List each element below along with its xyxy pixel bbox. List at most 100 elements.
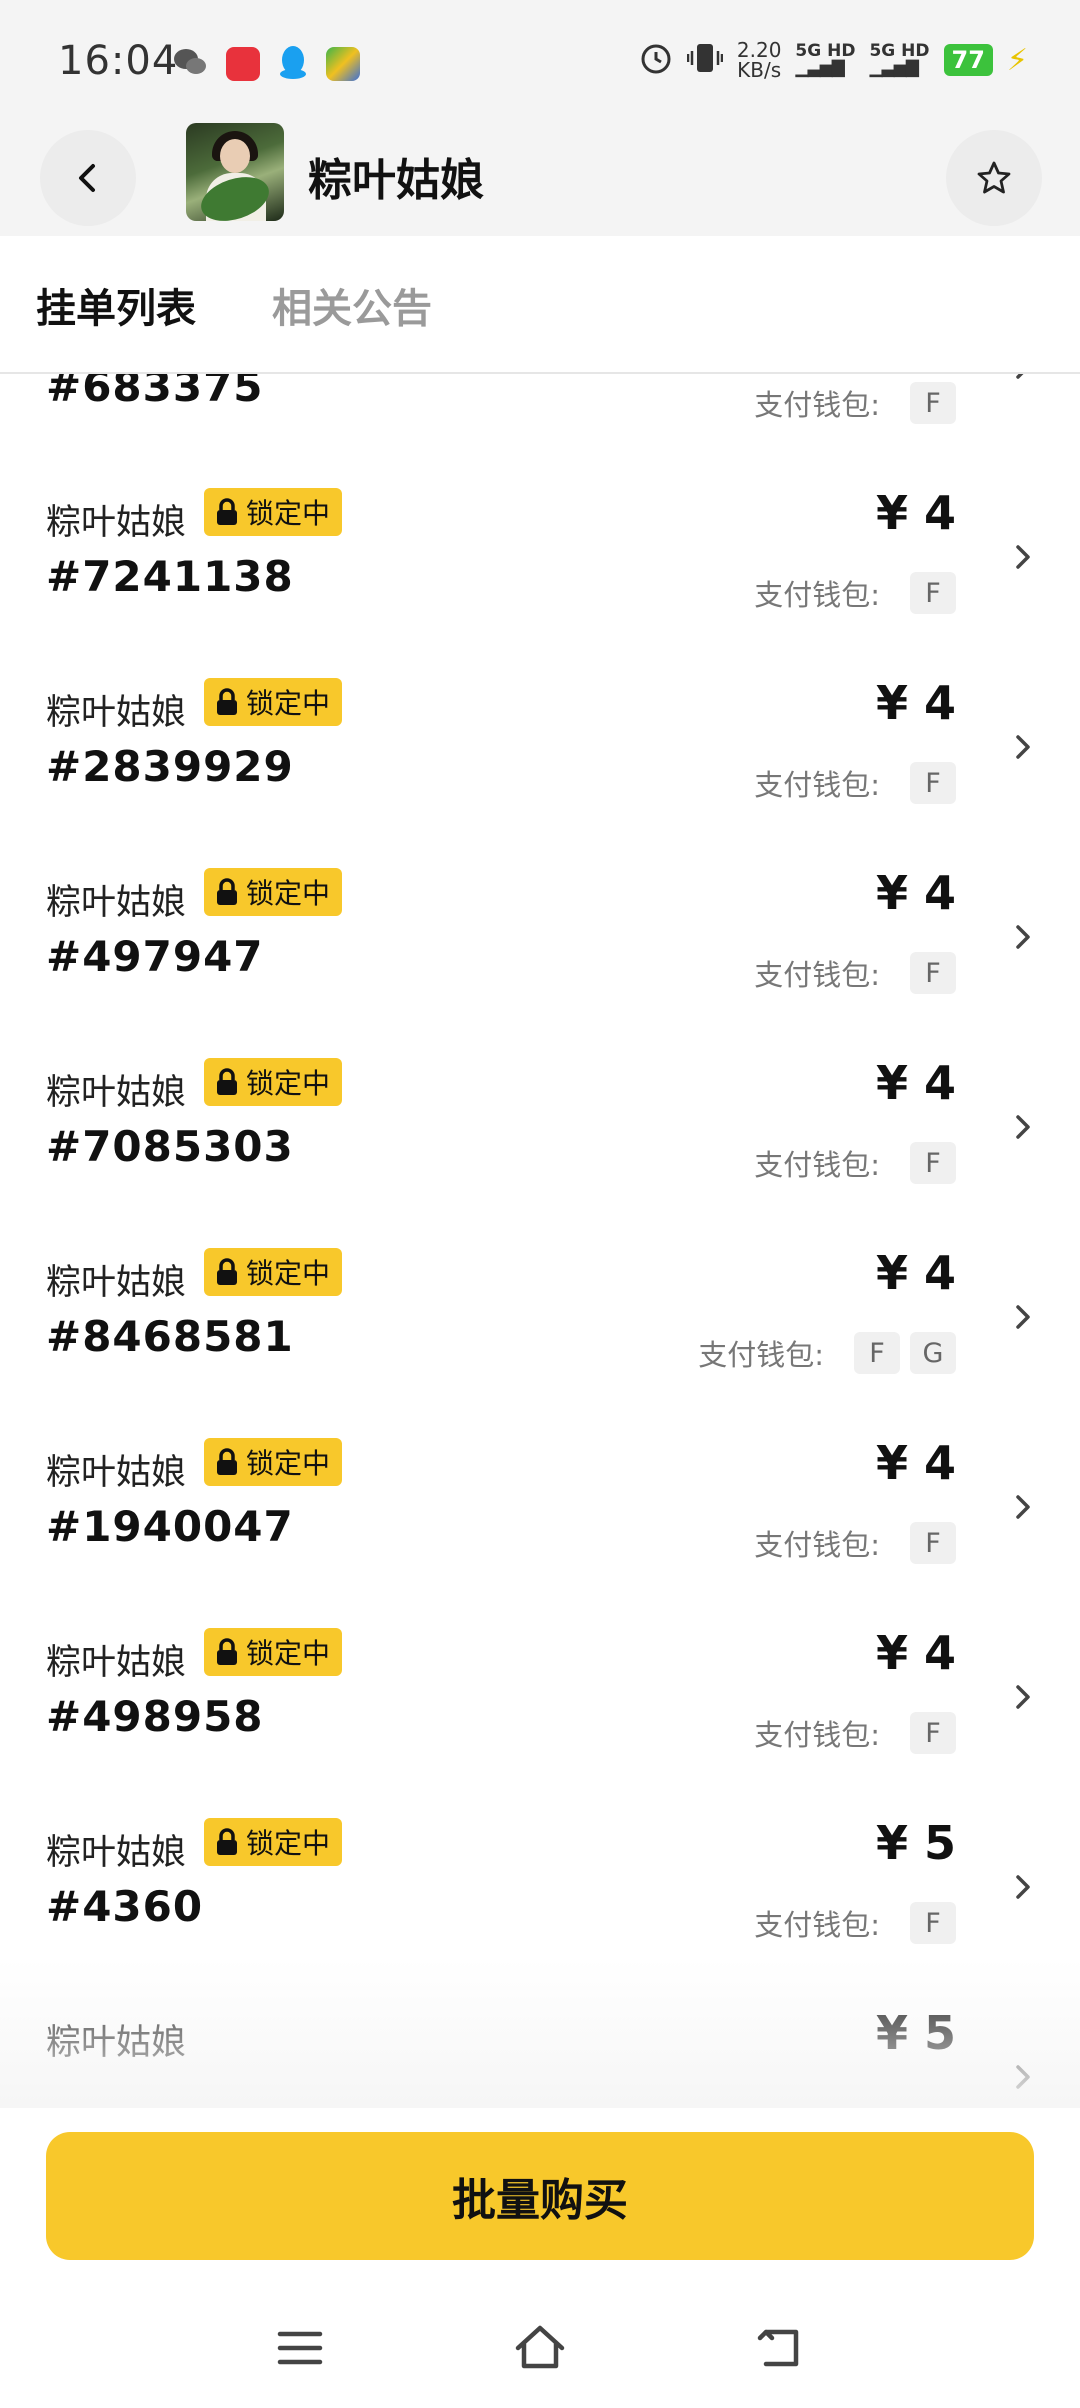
back-button[interactable]: [40, 130, 136, 226]
back-icon[interactable]: [750, 2318, 810, 2378]
order-id: #498958: [46, 1692, 264, 1741]
chevron-right-icon: [1016, 1495, 1030, 1519]
chevron-right-icon: [1016, 374, 1024, 379]
list-item[interactable]: 粽叶姑娘 锁定中 #683375¥ 4 支付钱包:F: [0, 374, 1080, 468]
chevron-right-icon: [1016, 545, 1030, 569]
chevron-left-icon: [79, 164, 95, 192]
wallet-label: 支付钱包:: [754, 1718, 880, 1752]
list-item[interactable]: 粽叶姑娘 锁定中 #7241138 ¥ 4 支付钱包: F: [0, 468, 1080, 658]
menu-icon[interactable]: [270, 2318, 330, 2378]
tab-order-list[interactable]: 挂单列表: [36, 276, 196, 334]
locked-badge: 锁定中: [204, 1058, 343, 1106]
wallet-chip: F: [910, 1142, 956, 1184]
list-item[interactable]: 粽叶姑娘 锁定中 #498958 ¥ 4 支付钱包: F: [0, 1608, 1080, 1798]
locked-badge: 锁定中: [204, 1438, 343, 1486]
wallet-chip: F: [910, 1712, 956, 1754]
list-item[interactable]: 粽叶姑娘 锁定中 #7085303 ¥ 4 支付钱包: F: [0, 1038, 1080, 1228]
seller-name: 粽叶姑娘: [46, 693, 187, 733]
lock-icon: [217, 1258, 237, 1285]
locked-label: 锁定中: [246, 687, 331, 720]
list-item[interactable]: 粽叶姑娘 锁定中 #497947 ¥ 4 支付钱包: F: [0, 848, 1080, 1038]
wallet-label: 支付钱包:: [754, 958, 880, 992]
wallet-label: 支付钱包:: [754, 1528, 880, 1562]
locked-label: 锁定中: [246, 1447, 331, 1480]
price: ¥ 4: [875, 1246, 956, 1300]
star-outline-icon: [977, 161, 1011, 194]
price: ¥ 5: [875, 2006, 956, 2060]
seller-name: 粽叶姑娘: [46, 503, 187, 543]
locked-badge: 锁定中: [204, 678, 343, 726]
price: ¥ 4: [875, 486, 956, 540]
wechat-icon: [172, 47, 208, 81]
wallet-chip: F: [854, 1332, 900, 1374]
list-item[interactable]: 粽叶姑娘 锁定中 #2839929 ¥ 4 支付钱包: F: [0, 658, 1080, 848]
charging-icon: ⚡: [1006, 42, 1028, 78]
wallet-chip: F: [910, 572, 956, 614]
order-id: #7085303: [46, 1122, 294, 1171]
chevron-right-icon: [1016, 925, 1030, 949]
game-app-icon: [326, 47, 360, 81]
price: ¥ 4: [875, 1056, 956, 1110]
wallet-chip: F: [910, 762, 956, 804]
locked-label: 锁定中: [246, 1257, 331, 1290]
locked-label: 锁定中: [246, 497, 331, 530]
tab-bar: 挂单列表 相关公告: [0, 236, 1080, 374]
order-id: #683375: [46, 374, 264, 411]
payment-wallet: 支付钱包: F G: [698, 1332, 956, 1374]
price: ¥ 4: [875, 1626, 956, 1680]
order-id: #4360: [46, 1882, 204, 1931]
payment-wallet: 支付钱包: F: [754, 1902, 956, 1944]
page-header: 粽叶姑娘: [0, 120, 1080, 236]
chevron-right-icon: [1016, 1875, 1030, 1899]
vibrate-icon: [686, 41, 724, 80]
chevron-right-icon: [1016, 1305, 1030, 1329]
price: ¥ 4: [875, 1436, 956, 1490]
lock-icon: [217, 688, 237, 715]
listing-list[interactable]: 粽叶姑娘 锁定中 #683375¥ 4 支付钱包:F粽叶姑娘 锁定中 #7241…: [0, 374, 1080, 2108]
list-item[interactable]: 粽叶姑娘 ¥ 5: [0, 1988, 1080, 2108]
payment-wallet: 支付钱包: F: [754, 762, 956, 804]
list-item[interactable]: 粽叶姑娘 锁定中 #8468581 ¥ 4 支付钱包: F G: [0, 1228, 1080, 1418]
payment-wallet: 支付钱包: F: [754, 572, 956, 614]
system-nav-bar: [0, 2308, 1080, 2408]
chevron-right-icon: [1016, 735, 1030, 759]
chevron-right-icon: [1016, 2065, 1030, 2089]
wallet-label: 支付钱包:: [754, 1148, 880, 1182]
wallet-label: 支付钱包:: [754, 578, 880, 612]
list-item[interactable]: 粽叶姑娘 锁定中 #4360 ¥ 5 支付钱包: F: [0, 1798, 1080, 1988]
lock-icon: [217, 1828, 237, 1855]
list-item[interactable]: 粽叶姑娘 锁定中 #1940047 ¥ 4 支付钱包: F: [0, 1418, 1080, 1608]
seller-name: 粽叶姑娘: [46, 2023, 187, 2063]
network-speed: 2.20 KB/s: [736, 38, 782, 82]
batch-buy-button[interactable]: 批量购买: [46, 2132, 1034, 2260]
seller-name: 粽叶姑娘: [46, 883, 187, 923]
payment-wallet: 支付钱包: F: [754, 1712, 956, 1754]
price: ¥ 5: [875, 1816, 956, 1870]
wallet-chip: F: [910, 1902, 956, 1944]
page-title: 粽叶姑娘: [308, 155, 484, 206]
payment-wallet: 支付钱包: F: [754, 1522, 956, 1564]
wallet-label: 支付钱包:: [754, 768, 880, 802]
collection-avatar: [186, 123, 284, 221]
locked-badge: 锁定中: [204, 1248, 343, 1296]
locked-label: 锁定中: [246, 1067, 331, 1100]
signal-1: 5G HD ▁▃▅▇: [795, 41, 856, 78]
home-icon[interactable]: [510, 2318, 570, 2378]
tab-announcements[interactable]: 相关公告: [272, 276, 432, 334]
order-id: #2839929: [46, 742, 294, 791]
locked-badge: 锁定中: [204, 488, 343, 536]
status-time: 16:04: [58, 38, 179, 84]
wallet-label: 支付钱包:: [754, 388, 880, 422]
locked-badge: 锁定中: [204, 1818, 343, 1866]
lock-icon: [217, 1638, 237, 1665]
app-red-icon: [226, 47, 260, 81]
wallet-label: 支付钱包:: [754, 1908, 880, 1942]
order-id: #8468581: [46, 1312, 294, 1361]
wallet-chip: F: [910, 382, 956, 424]
favorite-button[interactable]: [946, 130, 1042, 226]
locked-label: 锁定中: [246, 1827, 331, 1860]
order-id: #7241138: [46, 552, 294, 601]
lock-icon: [217, 1448, 237, 1475]
lock-icon: [217, 878, 237, 905]
alarm-icon: [639, 41, 673, 80]
